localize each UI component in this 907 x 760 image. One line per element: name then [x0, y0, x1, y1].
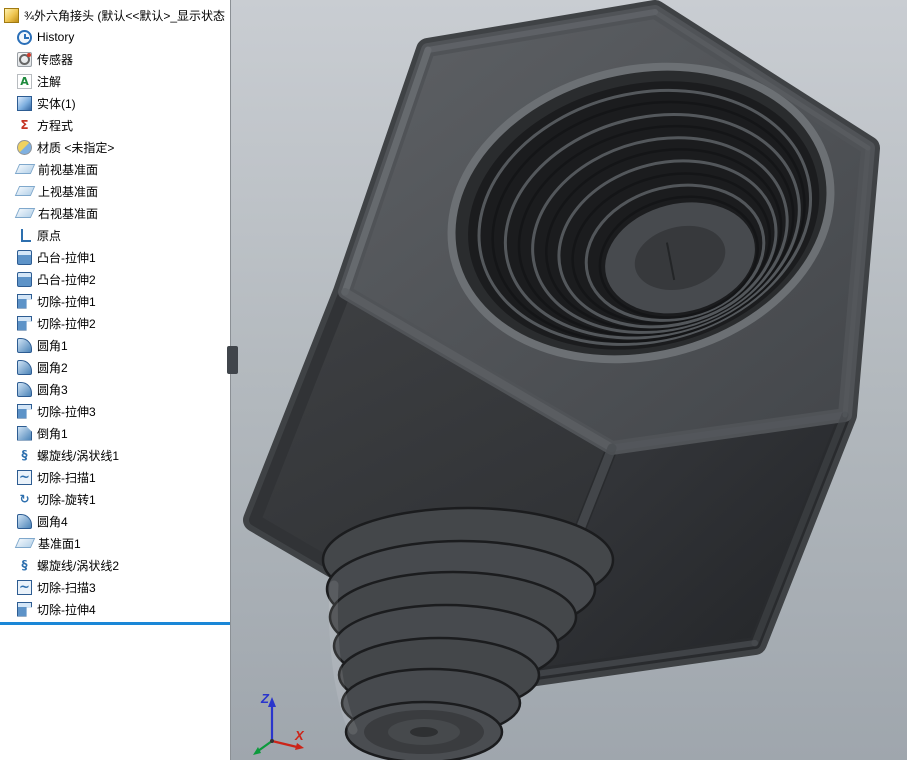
tree-item-fillet3[interactable]: 圆角3 — [0, 378, 230, 400]
tree-item-label: ¾外六角接头 (默认<<默认>_显示状态 — [24, 8, 226, 23]
cut-extrude-icon — [17, 293, 32, 309]
chamfer-icon — [17, 425, 32, 441]
tree-item-solid-bodies[interactable]: 实体(1) — [0, 92, 230, 114]
tree-item-label: History — [37, 30, 75, 44]
panel-splitter-handle[interactable] — [227, 346, 238, 374]
helix-icon — [17, 558, 32, 573]
tree-item-boss-extrude1[interactable]: 凸台-拉伸1 — [0, 246, 230, 268]
cut-extrude-icon — [17, 403, 32, 419]
tree-item-cut-revolve1[interactable]: 切除-旋转1 — [0, 488, 230, 510]
tree-item-label: 材质 <未指定> — [37, 140, 115, 155]
tree-item-cut-extrude3[interactable]: 切除-拉伸3 — [0, 400, 230, 422]
orientation-triad: Z X — [253, 691, 305, 755]
tree-item-label: 基准面1 — [38, 536, 81, 551]
tree-item-annotations[interactable]: 注解 — [0, 70, 230, 92]
tree-item-label: 切除-拉伸4 — [37, 602, 96, 617]
plane-icon — [14, 208, 36, 218]
tree-item-label: 切除-扫描3 — [37, 580, 96, 595]
tree-item-helix1[interactable]: 螺旋线/涡状线1 — [0, 444, 230, 466]
x-axis-label: X — [294, 728, 305, 743]
x-axis-arrow — [295, 743, 304, 750]
tree-item-right-plane[interactable]: 右视基准面 — [0, 202, 230, 224]
tree-item-helix2[interactable]: 螺旋线/涡状线2 — [0, 554, 230, 576]
sensors-icon — [17, 51, 32, 67]
rollback-bar[interactable] — [0, 622, 230, 625]
tree-item-fillet2[interactable]: 圆角2 — [0, 356, 230, 378]
fillet-icon — [17, 359, 32, 375]
tree-item-fillet1[interactable]: 圆角1 — [0, 334, 230, 356]
tree-item-label: 切除-旋转1 — [37, 492, 96, 507]
z-axis-label: Z — [260, 691, 270, 706]
cut-sweep-icon — [17, 469, 32, 485]
plane-icon — [14, 186, 36, 196]
tree-item-label: 切除-拉伸2 — [37, 316, 96, 331]
tree-item-cut-extrude1[interactable]: 切除-拉伸1 — [0, 290, 230, 312]
tree-item-cut-sweep3[interactable]: 切除-扫描3 — [0, 576, 230, 598]
fillet-icon — [17, 381, 32, 397]
cut-sweep-icon — [17, 579, 32, 595]
tree-item-label: 螺旋线/涡状线1 — [37, 448, 120, 463]
tree-item-label: 圆角2 — [37, 360, 68, 375]
solid-bodies-icon — [17, 95, 32, 111]
tree-item-label: 传感器 — [37, 52, 74, 67]
z-axis-arrow — [268, 697, 276, 707]
model-hex-fitting[interactable] — [243, 0, 880, 760]
tree-item-origin[interactable]: 原点 — [0, 224, 230, 246]
cut-extrude-icon — [17, 315, 32, 331]
plane-icon — [14, 164, 36, 174]
tree-item-label: 切除-拉伸1 — [37, 294, 96, 309]
tree-item-material[interactable]: 材质 <未指定> — [0, 136, 230, 158]
plane-icon — [14, 538, 36, 548]
tree-item-label: 倒角1 — [37, 426, 68, 441]
cut-revolve-icon — [17, 492, 32, 507]
tree-item-plane1[interactable]: 基准面1 — [0, 532, 230, 554]
y-axis-arrow — [253, 747, 261, 755]
tree-item-history[interactable]: History — [0, 26, 230, 48]
cut-extrude-icon — [17, 601, 32, 617]
viewport-3d[interactable]: Z X — [231, 0, 907, 760]
tree-item-label: 圆角3 — [37, 382, 68, 397]
material-icon — [17, 139, 32, 155]
tree-item-cut-extrude2[interactable]: 切除-拉伸2 — [0, 312, 230, 334]
tree-item-sensors[interactable]: 传感器 — [0, 48, 230, 70]
tree-item-label: 切除-扫描1 — [37, 470, 96, 485]
part-icon — [4, 7, 19, 23]
boss-extrude-icon — [17, 271, 32, 287]
tree-item-label: 凸台-拉伸2 — [37, 272, 96, 287]
annotations-icon — [17, 73, 32, 89]
tree-item-label: 注解 — [37, 74, 62, 89]
fillet-icon — [17, 337, 32, 353]
model-canvas[interactable]: Z X — [231, 0, 907, 760]
tree-item-cut-extrude4[interactable]: 切除-拉伸4 — [0, 598, 230, 620]
tree-item-equations[interactable]: 方程式 — [0, 114, 230, 136]
origin-icon — [17, 228, 32, 243]
tree-item-label: 实体(1) — [37, 96, 76, 111]
tree-item-label: 右视基准面 — [38, 206, 99, 221]
tree-item-label: 切除-拉伸3 — [37, 404, 96, 419]
feature-manager-tree: ¾外六角接头 (默认<<默认>_显示状态 History 传感器 注解 实体(1… — [0, 0, 231, 760]
tree-item-label: 圆角1 — [37, 338, 68, 353]
tree-item-cut-sweep1[interactable]: 切除-扫描1 — [0, 466, 230, 488]
tree-item-fillet4[interactable]: 圆角4 — [0, 510, 230, 532]
tree-item-label: 前视基准面 — [38, 162, 99, 177]
tree-item-front-plane[interactable]: 前视基准面 — [0, 158, 230, 180]
fillet-icon — [17, 513, 32, 529]
tree-item-boss-extrude2[interactable]: 凸台-拉伸2 — [0, 268, 230, 290]
tree-item-chamfer1[interactable]: 倒角1 — [0, 422, 230, 444]
tree-item-label: 上视基准面 — [38, 184, 99, 199]
boss-extrude-icon — [17, 249, 32, 265]
tree-item-label: 圆角4 — [37, 514, 68, 529]
tree-item-top-plane[interactable]: 上视基准面 — [0, 180, 230, 202]
equations-icon — [17, 118, 32, 133]
tree-item-part-root[interactable]: ¾外六角接头 (默认<<默认>_显示状态 — [0, 4, 230, 26]
tree-item-label: 方程式 — [37, 118, 74, 133]
tree-item-label: 螺旋线/涡状线2 — [37, 558, 120, 573]
tree-item-label: 凸台-拉伸1 — [37, 250, 96, 265]
history-icon — [17, 29, 32, 45]
helix-icon — [17, 448, 32, 463]
tree-item-label: 原点 — [37, 228, 62, 243]
